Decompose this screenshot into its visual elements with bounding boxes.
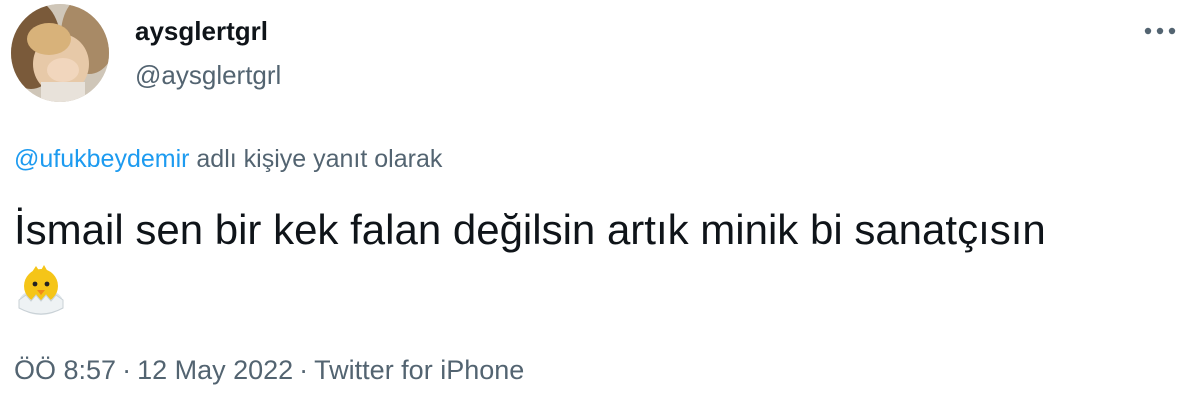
- tweet-time[interactable]: ÖÖ 8:57: [14, 355, 116, 385]
- tweet-date[interactable]: 12 May 2022: [137, 355, 293, 385]
- separator-dot: ·: [122, 355, 132, 385]
- tweet-source[interactable]: Twitter for iPhone: [314, 355, 524, 385]
- tweet-card: aysglertgrl @aysglertgrl @ufukbeydemir a…: [0, 0, 1200, 401]
- more-options-button[interactable]: [1140, 14, 1180, 48]
- separator-dot: ·: [299, 355, 309, 385]
- reply-context: @ufukbeydemir adlı kişiye yanıt olarak: [14, 142, 442, 176]
- reply-mention-link[interactable]: @ufukbeydemir: [14, 145, 189, 173]
- author-display-name[interactable]: aysglertgrl: [135, 14, 268, 48]
- hatching-chick-emoji: [14, 262, 68, 316]
- tweet-body: İsmail sen bir kek falan değilsin artık …: [14, 206, 1046, 253]
- ellipsis-icon: [1144, 27, 1176, 35]
- tweet-metadata: ÖÖ 8:57 · 12 May 2022 · Twitter for iPhone: [14, 352, 524, 388]
- author-handle[interactable]: @aysglertgrl: [135, 58, 281, 92]
- avatar[interactable]: [11, 4, 109, 102]
- reply-context-label: adlı kişiye yanıt olarak: [189, 145, 443, 173]
- avatar-image: [11, 4, 109, 102]
